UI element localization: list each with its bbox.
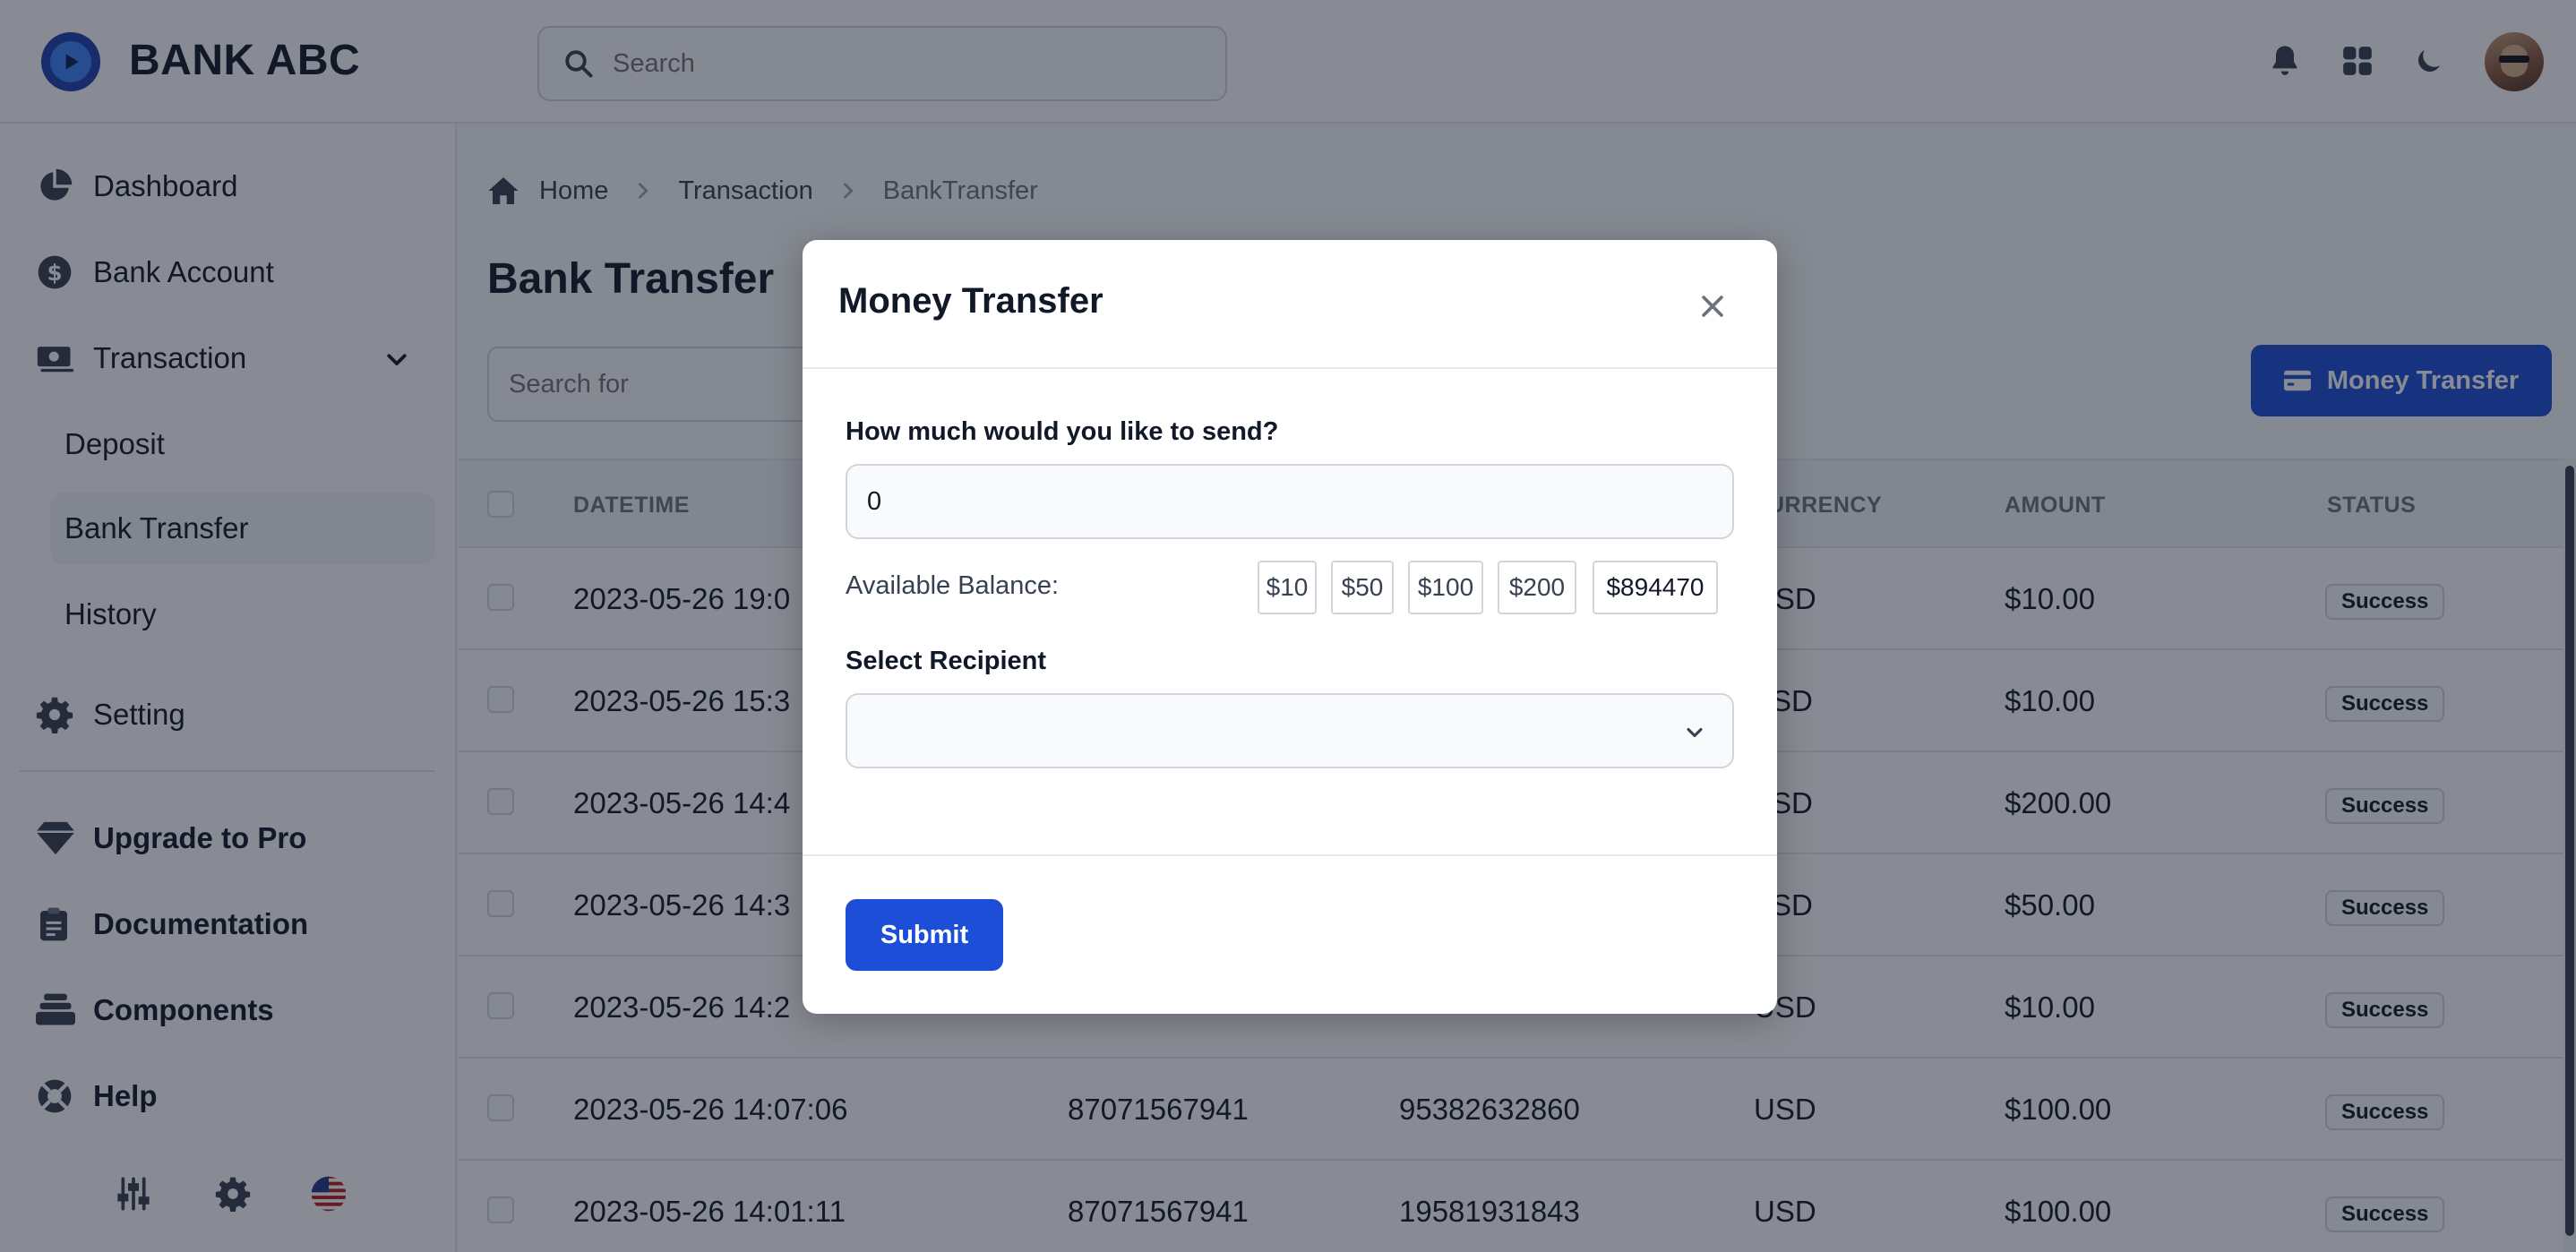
chevron-down-icon <box>1682 720 1707 750</box>
amount-input[interactable] <box>867 466 1709 537</box>
close-icon[interactable] <box>1689 283 1736 330</box>
quick-amount-100-button[interactable]: $100 <box>1408 561 1483 614</box>
quick-amount-50-button[interactable]: $50 <box>1331 561 1394 614</box>
recipient-label: Select Recipient <box>846 647 1047 675</box>
quick-amount-200-button[interactable]: $200 <box>1498 561 1576 614</box>
quick-amount-10-button[interactable]: $10 <box>1258 561 1317 614</box>
recipient-select[interactable] <box>846 693 1734 768</box>
available-balance-label: Available Balance: <box>846 571 1060 600</box>
modal-footer-divider <box>803 854 1777 856</box>
amount-field[interactable] <box>846 464 1734 539</box>
available-balance-button[interactable]: $894470 <box>1593 561 1718 614</box>
submit-button[interactable]: Submit <box>846 899 1003 971</box>
amount-label: How much would you like to send? <box>846 417 1279 446</box>
modal-header: Money Transfer <box>803 240 1777 369</box>
money-transfer-modal: Money Transfer How much would you like t… <box>803 240 1777 1014</box>
modal-title: Money Transfer <box>838 281 1103 321</box>
